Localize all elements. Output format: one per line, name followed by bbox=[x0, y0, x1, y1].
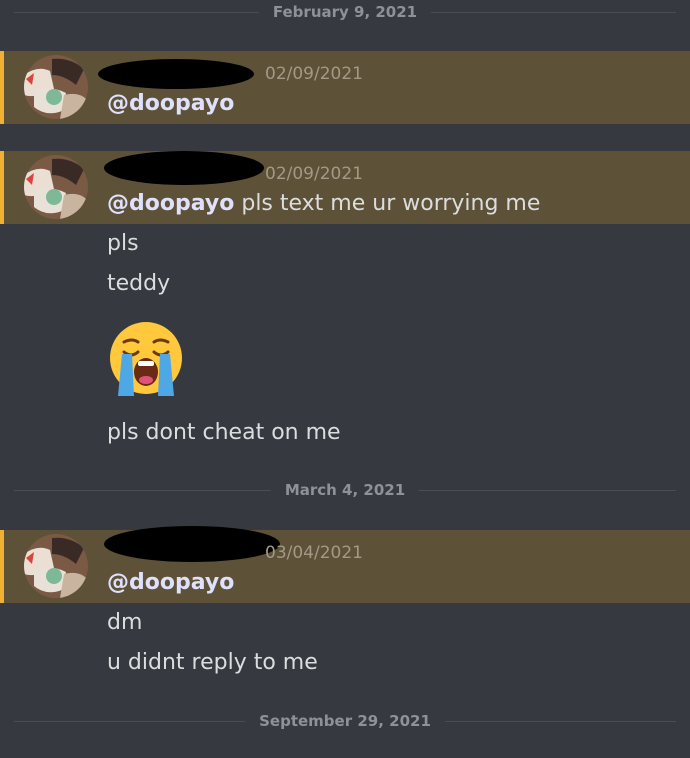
message-text: pls bbox=[107, 231, 139, 256]
message-content: @doopayo bbox=[107, 568, 234, 598]
user-mention[interactable]: @doopayo bbox=[107, 91, 234, 116]
message-content: @doopayo pls text me ur worrying me bbox=[107, 189, 540, 219]
redacted-username bbox=[104, 151, 264, 185]
message-mention-highlight[interactable]: 03/04/2021 @doopayo bbox=[0, 526, 690, 603]
chat-view: February 9, 2021 02/09/2021 @doopayo 02/… bbox=[0, 0, 690, 758]
date-divider: March 4, 2021 bbox=[14, 480, 676, 500]
message-text: teddy bbox=[107, 271, 171, 296]
message-content: @doopayo bbox=[107, 89, 234, 119]
divider-date: September 29, 2021 bbox=[245, 711, 445, 731]
message-timestamp: 03/04/2021 bbox=[265, 543, 363, 563]
message-timestamp: 02/09/2021 bbox=[265, 64, 363, 84]
redacted-username bbox=[98, 59, 254, 89]
date-divider: September 29, 2021 bbox=[14, 711, 676, 731]
avatar-image bbox=[24, 155, 88, 219]
avatar-image bbox=[24, 534, 88, 598]
message-text: pls dont cheat on me bbox=[107, 420, 341, 445]
avatar[interactable] bbox=[24, 55, 88, 119]
avatar-image bbox=[24, 55, 88, 119]
redacted-username bbox=[104, 526, 280, 562]
divider-date: March 4, 2021 bbox=[270, 480, 420, 500]
message-text: pls text me ur worrying me bbox=[234, 191, 541, 216]
date-divider: February 9, 2021 bbox=[14, 2, 676, 22]
avatar[interactable] bbox=[24, 534, 88, 598]
user-mention[interactable]: @doopayo bbox=[107, 570, 234, 595]
message-text: u didnt reply to me bbox=[107, 650, 318, 675]
avatar[interactable] bbox=[24, 155, 88, 219]
message-mention-highlight[interactable]: 02/09/2021 @doopayo pls text me ur worry… bbox=[0, 151, 690, 224]
message-mention-highlight[interactable]: 02/09/2021 @doopayo bbox=[0, 51, 690, 124]
divider-date: February 9, 2021 bbox=[258, 2, 432, 22]
user-mention[interactable]: @doopayo bbox=[107, 191, 234, 216]
message-timestamp: 02/09/2021 bbox=[265, 164, 363, 184]
loudly-crying-face-icon bbox=[110, 322, 182, 396]
message-text: dm bbox=[107, 610, 143, 635]
